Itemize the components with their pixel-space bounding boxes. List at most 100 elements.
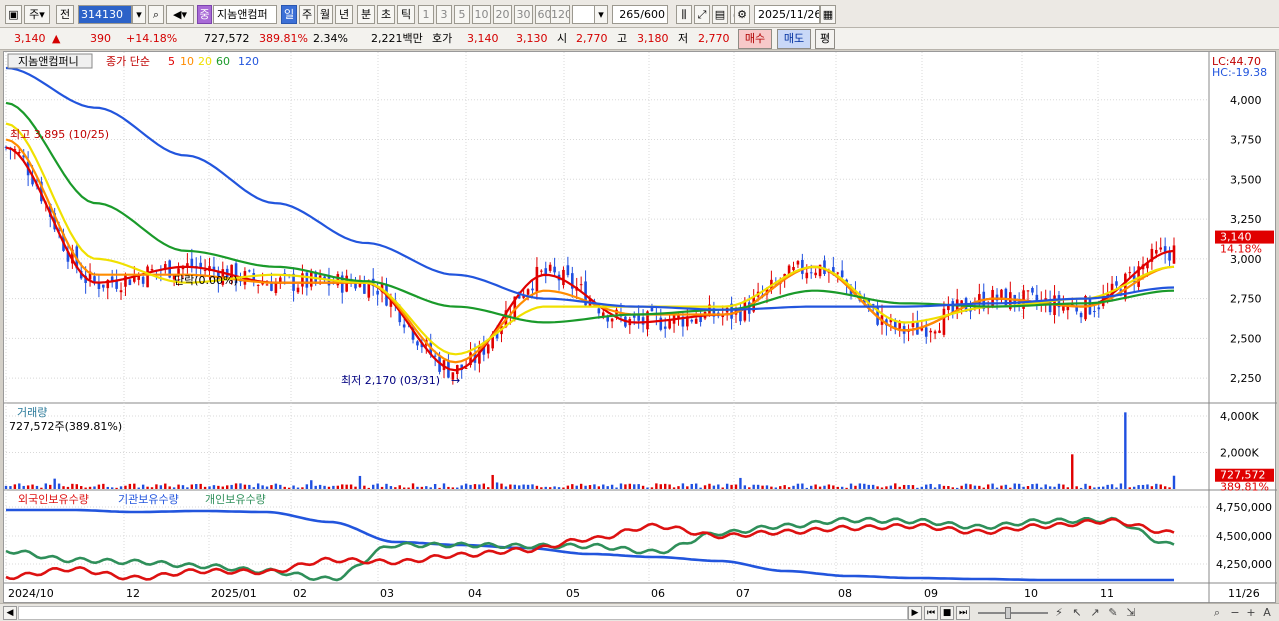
volume-bar (1155, 483, 1158, 489)
candle-body (1124, 273, 1127, 300)
custom-interval-dropdown-icon[interactable]: ▾ (594, 5, 608, 24)
volume-bar (451, 487, 455, 489)
volume-bar (1150, 486, 1154, 489)
buy-button[interactable]: 매수 (738, 29, 772, 49)
forward-icon[interactable]: ⏭ (956, 606, 970, 620)
volume-bar (416, 486, 419, 489)
chart-area[interactable]: 4,000 3,750 3,500 3,250 3,000 2,750 2,500 2,250… (3, 51, 1277, 604)
stop-icon[interactable]: ■ (940, 606, 954, 620)
window-icon[interactable]: ▣ (5, 5, 22, 24)
volume-bar (208, 486, 211, 489)
tab-tick[interactable]: 틱 (397, 5, 415, 24)
zoom-slider[interactable] (978, 612, 1048, 614)
tool-icon-2[interactable]: ↖ (1070, 605, 1084, 621)
save-icon[interactable]: ▤ (712, 5, 728, 24)
high-price: 3,180 (637, 32, 669, 45)
prev-button[interactable]: 전 (56, 5, 74, 24)
interval-1[interactable]: 1 (418, 5, 434, 24)
gear-icon[interactable]: ⚙ (734, 5, 750, 24)
volume-bar (889, 485, 893, 489)
candle-body (146, 266, 149, 288)
volume-bar (540, 487, 543, 489)
volume-bar (535, 485, 539, 489)
search-icon[interactable]: ⌕ (148, 5, 164, 24)
sell-button[interactable]: 매도 (777, 29, 811, 49)
zoom-in-icon[interactable]: + (1244, 605, 1258, 621)
date-axis-label: 08 (838, 587, 852, 600)
count-total: /600 (640, 8, 665, 21)
volume-bar (168, 486, 171, 489)
count-field[interactable]: 265/600 (612, 5, 668, 24)
tool-icon-1[interactable]: ⚡ (1052, 605, 1066, 621)
avg-button[interactable]: 평 (815, 29, 835, 49)
volume-bar (385, 483, 388, 489)
volume-bar (301, 487, 304, 489)
tab-week[interactable]: 주 (299, 5, 315, 24)
volume-bar (938, 484, 941, 489)
volume-bar (739, 477, 742, 489)
interval-3[interactable]: 3 (436, 5, 452, 24)
volume-bar (840, 486, 844, 489)
volume-bar (80, 486, 83, 489)
price-axis-label: 2,250 (1230, 372, 1262, 385)
interval-5[interactable]: 5 (454, 5, 470, 24)
interval-30[interactable]: 30 (514, 5, 533, 24)
calendar-icon[interactable]: ▦ (820, 5, 836, 24)
candle-body (199, 262, 202, 267)
code-dropdown-icon[interactable]: ▾ (132, 5, 146, 24)
stock-name-field[interactable]: 지놈앤컴퍼 (213, 5, 277, 24)
bottom-scrollbar[interactable]: ◀ ▶ ⏮ ■ ⏭ ⚡ ↖ ↗ ✎ ⇲ ⌕ − + A (0, 603, 1279, 621)
tool-icon-5[interactable]: ⇲ (1124, 605, 1138, 621)
tool-search-icon[interactable]: ⌕ (1210, 605, 1224, 621)
font-icon[interactable]: A (1260, 605, 1274, 621)
price-axis-label: 3,250 (1230, 213, 1262, 226)
candle-body (801, 259, 804, 274)
tool-icon-3[interactable]: ↗ (1088, 605, 1102, 621)
volume-bar (571, 484, 574, 489)
scroll-right-icon[interactable]: ▶ (908, 606, 922, 620)
candle-body (305, 272, 309, 288)
tab-day[interactable]: 일 (281, 5, 297, 24)
volume-bar (553, 486, 556, 489)
ma-line-20 (5, 122, 1175, 356)
chart-canvas[interactable]: 4,0003,7503,5003,2503,0002,7502,5002,250… (4, 52, 1277, 604)
volume-bar (978, 485, 981, 489)
candle-body (203, 270, 207, 272)
tab-second[interactable]: 초 (377, 5, 395, 24)
rewind-icon[interactable]: ⏮ (924, 606, 938, 620)
interval-10[interactable]: 10 (472, 5, 491, 24)
volume-bar (1168, 487, 1171, 489)
volume-bar (593, 484, 596, 489)
scroll-left-icon[interactable]: ◀ (3, 606, 17, 620)
candle-body (641, 317, 645, 325)
volume-bar (1000, 485, 1003, 489)
volume-bar (239, 483, 242, 489)
interval-20[interactable]: 20 (493, 5, 512, 24)
candle-body (610, 318, 614, 322)
sound-icon[interactable]: ◀▾ (166, 5, 194, 24)
date-field[interactable]: 2025/11/26 (754, 5, 820, 24)
zoom-out-icon[interactable]: − (1228, 605, 1242, 621)
interval-120[interactable]: 120 (550, 5, 570, 24)
tab-month[interactable]: 월 (317, 5, 333, 24)
holdings-legend-1: 기관보유수량 (118, 493, 179, 506)
volume-bar (394, 487, 397, 489)
compare-icon[interactable]: ⤢ (694, 5, 710, 24)
candle-icon[interactable]: ⫼ (676, 5, 692, 24)
tab-year[interactable]: 년 (335, 5, 353, 24)
scroll-track[interactable] (18, 606, 908, 620)
tool-icon-4[interactable]: ✎ (1106, 605, 1120, 621)
stock-code-input[interactable]: 314130 (78, 5, 132, 24)
volume-bar (1053, 486, 1056, 489)
tab-minute[interactable]: 분 (357, 5, 375, 24)
volume-bar (119, 486, 123, 489)
volume-bar (575, 485, 578, 489)
candle-body (376, 290, 379, 295)
period-select[interactable]: 주▾ (24, 5, 50, 24)
zoom-slider-thumb[interactable] (1005, 607, 1011, 619)
volume-bar (933, 487, 937, 489)
volume-bar (318, 484, 322, 489)
volume-bar (668, 484, 671, 489)
candle-body (119, 290, 123, 293)
candle-body (256, 284, 260, 286)
